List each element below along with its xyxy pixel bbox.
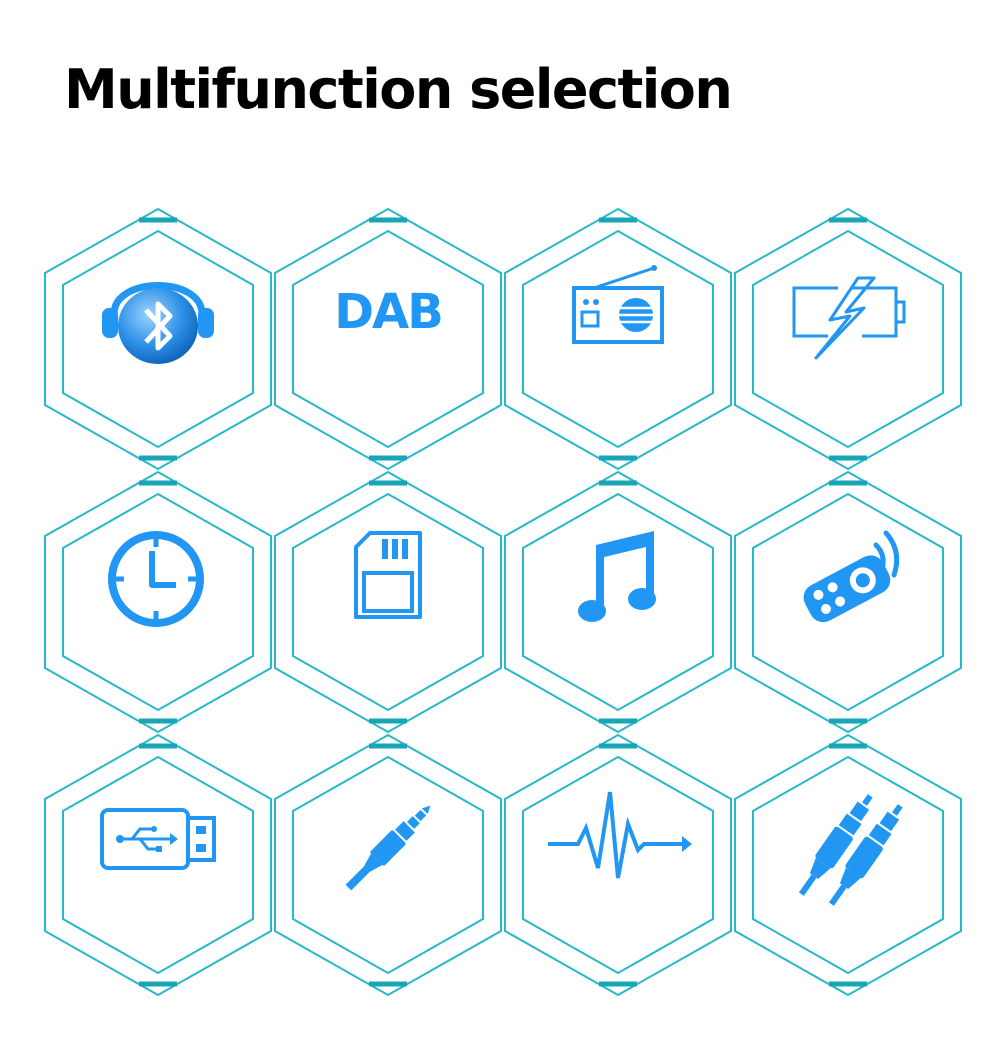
- page-title: Multifunction selection: [64, 58, 733, 121]
- battery-charging-icon: [788, 262, 908, 362]
- tile-aux[interactable]: [273, 733, 503, 997]
- audio-waveform-icon: [548, 788, 692, 888]
- tile-bluetooth[interactable]: [43, 207, 273, 471]
- tile-sd-card[interactable]: [273, 470, 503, 734]
- tile-usb[interactable]: [43, 733, 273, 997]
- clock-icon: [98, 525, 218, 627]
- tile-remote[interactable]: [733, 470, 963, 734]
- tile-waveform[interactable]: [503, 733, 733, 997]
- bluetooth-headphones-icon: [98, 262, 218, 364]
- music-note-icon: [558, 525, 678, 625]
- tile-music[interactable]: [503, 470, 733, 734]
- tile-dab[interactable]: DAB: [273, 207, 503, 471]
- remote-control-icon: [788, 525, 908, 625]
- tile-battery[interactable]: [733, 207, 963, 471]
- sd-card-icon: [328, 525, 448, 625]
- rca-cable-icon: [788, 788, 908, 906]
- tile-radio[interactable]: [503, 207, 733, 471]
- dab-label: DAB: [334, 284, 444, 340]
- usb-drive-icon: [98, 788, 218, 888]
- aux-audio-jack-icon: [328, 788, 448, 891]
- tile-clock[interactable]: [43, 470, 273, 734]
- dab-logo: DAB: [328, 262, 448, 362]
- radio-icon: [558, 262, 678, 362]
- tile-rca[interactable]: [733, 733, 963, 997]
